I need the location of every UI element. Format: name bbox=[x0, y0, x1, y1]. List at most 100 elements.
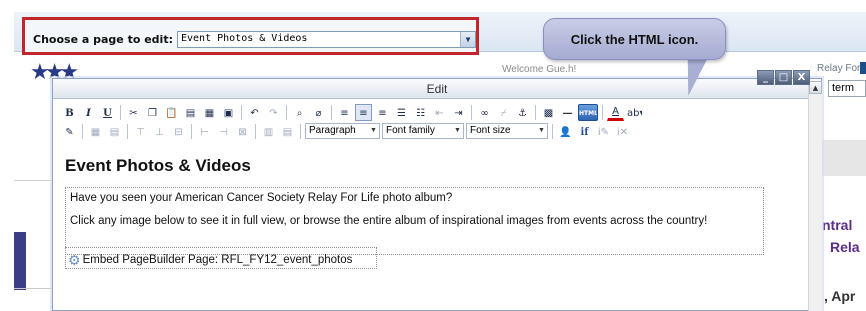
chevron-down-icon[interactable]: ▼ bbox=[460, 32, 475, 47]
indent-icon[interactable]: ⇥ bbox=[450, 104, 467, 121]
editor-toolbar-row-2: ✎ ▦ ▤ ⊤ ⊥ ⊟ ⊢ ⊣ ⊠ ▥ ▤ Paragraph ▼ Font f… bbox=[61, 122, 809, 140]
image-icon[interactable]: ▩ bbox=[540, 104, 557, 121]
embed-label: Embed PageBuilder Page: RFL_FY12_event_p… bbox=[82, 254, 353, 266]
vertical-scrollbar[interactable]: ▲ bbox=[808, 81, 822, 311]
side-heading: ntral Rela bbox=[822, 214, 860, 258]
content-text-block[interactable]: Have you seen your American Cancer Socie… bbox=[65, 187, 764, 255]
undo-icon[interactable]: ↶ bbox=[246, 104, 263, 121]
page-chooser-label: Choose a page to edit: bbox=[33, 33, 173, 46]
split-cells-icon[interactable]: ▥ bbox=[260, 123, 277, 140]
welcome-text: Welcome Gue.h! bbox=[502, 64, 577, 75]
horizontal-rule-icon[interactable]: — bbox=[559, 104, 576, 121]
gear-icon: ⚙ bbox=[68, 252, 81, 268]
edit-window: Edit B I U ✂ ❐ 📋 ▤ ▦ ▣ ↶ ↷ ⌕ ⌀ ≡ ≡ ≡ ☰ ☷… bbox=[52, 78, 822, 311]
paste-text-icon[interactable]: ▤ bbox=[182, 104, 199, 121]
copy-icon[interactable]: ❐ bbox=[144, 104, 161, 121]
embed-pagebuilder-block[interactable]: ⚙ Embed PageBuilder Page: RFL_FY12_event… bbox=[65, 247, 377, 269]
paragraph-select-value: Paragraph bbox=[309, 125, 356, 136]
close-button[interactable]: X bbox=[793, 70, 810, 85]
toolbar-separator bbox=[127, 123, 128, 139]
side-date: , Apr bbox=[824, 288, 856, 304]
align-right-icon[interactable]: ≡ bbox=[374, 104, 391, 121]
select-all-icon[interactable]: ▣ bbox=[220, 104, 237, 121]
font-color-button[interactable]: A bbox=[607, 104, 624, 121]
highlight-color-icon[interactable]: ab▾ bbox=[626, 104, 643, 121]
redo-icon[interactable]: ↷ bbox=[265, 104, 282, 121]
cut-icon[interactable]: ✂ bbox=[125, 104, 142, 121]
callout-bubble: Click the HTML icon. bbox=[543, 18, 726, 60]
toolbar-separator bbox=[602, 104, 603, 120]
edit-css-icon[interactable]: ✎ bbox=[61, 123, 78, 140]
table-props-icon[interactable]: ▤ bbox=[106, 123, 123, 140]
font-family-select-value: Font family bbox=[386, 125, 435, 136]
anchor-icon[interactable]: ⚓ bbox=[514, 104, 531, 121]
delete-col-icon[interactable]: ⊠ bbox=[234, 123, 251, 140]
side-heading-line-1: ntral bbox=[822, 217, 853, 233]
scroll-up-icon[interactable]: ▲ bbox=[809, 81, 822, 94]
edit-window-title: Edit bbox=[53, 79, 821, 99]
conditional-remove-icon[interactable]: i✕ bbox=[614, 123, 631, 140]
minimize-button[interactable]: _ bbox=[757, 70, 774, 85]
row-before-icon[interactable]: ⊤ bbox=[132, 123, 149, 140]
user-icon[interactable]: 👤 bbox=[557, 123, 574, 140]
chevron-down-icon[interactable]: ▼ bbox=[452, 124, 463, 138]
outdent-icon[interactable]: ⇤ bbox=[431, 104, 448, 121]
font-size-select-value: Font size bbox=[470, 125, 511, 136]
toolbar-separator bbox=[331, 104, 332, 120]
col-before-icon[interactable]: ⊢ bbox=[196, 123, 213, 140]
bold-button[interactable]: B bbox=[61, 104, 78, 121]
chevron-down-icon[interactable]: ▼ bbox=[536, 124, 547, 138]
align-center-icon[interactable]: ≡ bbox=[355, 103, 372, 121]
toolbar-separator bbox=[255, 123, 256, 139]
side-heading-line-2: Rela bbox=[830, 239, 860, 255]
unlink-icon[interactable]: ⌿ bbox=[495, 104, 512, 121]
content-paragraph-1: Have you seen your American Cancer Socie… bbox=[70, 192, 453, 204]
toolbar-separator bbox=[120, 104, 121, 120]
row-after-icon[interactable]: ⊥ bbox=[151, 123, 168, 140]
toolbar-separator bbox=[300, 123, 301, 139]
link-icon[interactable]: ∞ bbox=[476, 104, 493, 121]
divider bbox=[14, 180, 54, 181]
table-icon[interactable]: ▦ bbox=[87, 123, 104, 140]
toolbar-separator bbox=[471, 104, 472, 120]
underline-button[interactable]: U bbox=[99, 104, 116, 121]
divider bbox=[14, 288, 54, 289]
merge-cells-icon[interactable]: ▤ bbox=[279, 123, 296, 140]
toolbar-separator bbox=[241, 104, 242, 120]
col-after-icon[interactable]: ⊣ bbox=[215, 123, 232, 140]
search-input[interactable]: term bbox=[828, 80, 866, 97]
maximize-button[interactable]: □ bbox=[775, 70, 792, 85]
page-select[interactable]: Event Photos & Videos ▼ bbox=[176, 31, 476, 48]
chevron-down-icon[interactable]: ▼ bbox=[368, 124, 379, 138]
font-size-select[interactable]: Font size ▼ bbox=[466, 123, 548, 139]
toolbar-separator bbox=[191, 123, 192, 139]
side-banner bbox=[14, 232, 26, 290]
nav-band bbox=[822, 140, 866, 176]
page-chooser: Choose a page to edit: Event Photos & Vi… bbox=[22, 17, 479, 55]
align-left-icon[interactable]: ≡ bbox=[336, 104, 353, 121]
content-paragraph-2: Click any image below to see it in full … bbox=[70, 215, 708, 227]
relay-social-link[interactable]: Relay For Life on bbox=[817, 63, 866, 74]
conditional-button[interactable]: if bbox=[576, 123, 593, 140]
content-heading[interactable]: Event Photos & Videos bbox=[65, 156, 251, 176]
conditional-edit-icon[interactable]: i✎ bbox=[595, 123, 612, 140]
toolbar-separator bbox=[286, 104, 287, 120]
paste-icon[interactable]: 📋 bbox=[163, 104, 180, 121]
bullet-list-icon[interactable]: ☷ bbox=[412, 104, 429, 121]
window-controls: _ □ X bbox=[757, 70, 810, 85]
find-icon[interactable]: ⌕ bbox=[291, 104, 308, 121]
italic-button[interactable]: I bbox=[80, 104, 97, 121]
facebook-icon[interactable] bbox=[860, 62, 866, 74]
page-select-value: Event Photos & Videos bbox=[180, 33, 308, 44]
delete-row-icon[interactable]: ⊟ bbox=[170, 123, 187, 140]
toolbar-separator bbox=[535, 104, 536, 120]
cleanup-icon[interactable]: ⌀ bbox=[310, 104, 327, 121]
paragraph-select[interactable]: Paragraph ▼ bbox=[305, 123, 380, 139]
toolbar-separator bbox=[552, 123, 553, 139]
editor-toolbar-row-1: B I U ✂ ❐ 📋 ▤ ▦ ▣ ↶ ↷ ⌕ ⌀ ≡ ≡ ≡ ☰ ☷ ⇤ ⇥ … bbox=[61, 103, 809, 121]
font-family-select[interactable]: Font family ▼ bbox=[382, 123, 464, 139]
paste-word-icon[interactable]: ▦ bbox=[201, 104, 218, 121]
toolbar-separator bbox=[82, 123, 83, 139]
html-source-button[interactable]: HTML bbox=[578, 103, 598, 121]
numbered-list-icon[interactable]: ☰ bbox=[393, 104, 410, 121]
